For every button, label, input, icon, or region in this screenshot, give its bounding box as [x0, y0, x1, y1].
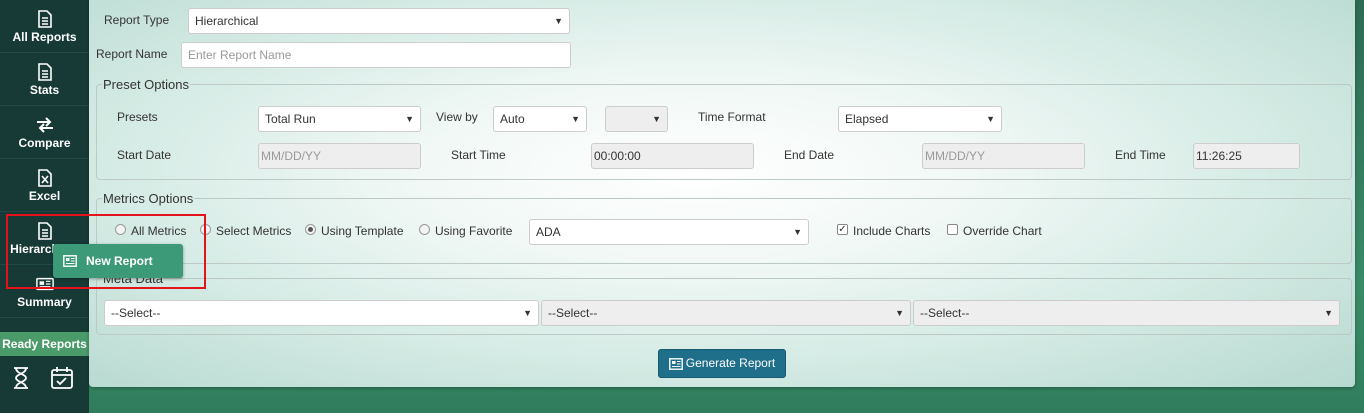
document-icon [37, 63, 52, 81]
sidebar-item-compare[interactable]: Compare [0, 106, 89, 159]
end-date-label: End Date [784, 148, 835, 162]
radio-label: Using Template [321, 224, 404, 238]
end-date-placeholder: MM/DD/YY [925, 149, 985, 163]
generate-report-label: Generate Report [685, 356, 776, 370]
start-date-input[interactable]: MM/DD/YY [258, 143, 421, 169]
time-format-label: Time Format [698, 110, 766, 124]
radio-using-template[interactable] [305, 224, 316, 235]
report-name-label: Report Name [96, 47, 168, 61]
excel-icon [37, 169, 52, 187]
report-name-input[interactable]: Enter Report Name [181, 42, 571, 68]
sidebar-item-label: Compare [18, 136, 71, 150]
ready-reports-header[interactable]: Ready Reports [0, 332, 89, 356]
chevron-down-icon: ▼ [571, 114, 580, 124]
sidebar-item-label: Excel [28, 189, 61, 203]
preset-options-legend: Preset Options [103, 77, 189, 92]
generate-report-button[interactable]: Generate Report [658, 349, 786, 378]
template-value: ADA [536, 225, 561, 239]
start-time-input[interactable]: 00:00:00 [591, 143, 754, 169]
view-by-select[interactable]: Auto ▼ [493, 106, 587, 132]
chevron-down-icon: ▼ [554, 16, 563, 26]
radio-label: Select Metrics [216, 224, 292, 238]
template-select[interactable]: ADA ▼ [529, 219, 809, 245]
chevron-down-icon: ▼ [895, 308, 904, 318]
sidebar-item-label: Summary [17, 295, 72, 309]
meta-select-value: --Select-- [548, 306, 598, 320]
view-by-value: Auto [500, 112, 525, 126]
report-type-label: Report Type [104, 13, 170, 27]
override-chart-checkbox[interactable] [947, 224, 958, 235]
sidebar-item-label: Stats [29, 83, 60, 97]
report-form-panel: Report Type Hierarchical ▼ Report Name E… [89, 0, 1355, 387]
report-name-placeholder: Enter Report Name [188, 48, 292, 62]
start-time-label: Start Time [451, 148, 506, 162]
report-type-select[interactable]: Hierarchical ▼ [188, 8, 570, 34]
include-charts-label: Include Charts [853, 224, 931, 238]
newspaper-icon [668, 357, 683, 370]
sidebar-item-excel[interactable]: Excel [0, 159, 89, 212]
chevron-down-icon: ▼ [652, 114, 661, 124]
override-chart-label: Override Chart [963, 224, 1042, 238]
document-icon [37, 10, 52, 28]
presets-select[interactable]: Total Run ▼ [258, 106, 421, 132]
end-time-value: 11:26:25 [1196, 149, 1242, 163]
chevron-down-icon: ▼ [405, 114, 414, 124]
end-time-input[interactable]: 11:26:25 [1193, 143, 1300, 169]
include-charts-checkbox[interactable]: ✓ [837, 224, 848, 235]
sidebar-item-label: All Reports [12, 30, 77, 44]
chevron-down-icon: ▼ [793, 227, 802, 237]
start-date-label: Start Date [117, 148, 172, 162]
radio-label: Using Favorite [435, 224, 513, 238]
hourglass-icon[interactable] [9, 366, 33, 390]
swap-arrows-icon [36, 117, 53, 133]
chevron-down-icon: ▼ [986, 114, 995, 124]
sidebar-item-all-reports[interactable]: All Reports [0, 0, 89, 53]
presets-label: Presets [117, 110, 158, 124]
start-date-placeholder: MM/DD/YY [261, 149, 321, 163]
meta-select-1[interactable]: --Select-- ▼ [104, 300, 539, 326]
end-time-label: End Time [1115, 148, 1166, 162]
highlight-box [6, 214, 206, 289]
time-format-select[interactable]: Elapsed ▼ [838, 106, 1002, 132]
time-format-value: Elapsed [845, 112, 889, 126]
sidebar-item-stats[interactable]: Stats [0, 53, 89, 106]
view-by-label: View by [436, 110, 478, 124]
start-time-value: 00:00:00 [594, 149, 641, 163]
chevron-down-icon: ▼ [523, 308, 532, 318]
end-date-input[interactable]: MM/DD/YY [922, 143, 1085, 169]
meta-select-3[interactable]: --Select-- ▼ [913, 300, 1340, 326]
calendar-check-icon[interactable] [50, 366, 74, 390]
chevron-down-icon: ▼ [1324, 308, 1333, 318]
report-type-value: Hierarchical [195, 14, 259, 28]
meta-select-2[interactable]: --Select-- ▼ [541, 300, 911, 326]
view-by-sub-select[interactable]: ▼ [605, 106, 668, 132]
checkmark-icon: ✓ [838, 224, 847, 235]
sidebar: All Reports Stats Compare Excel Hierarch… [0, 0, 89, 413]
presets-value: Total Run [265, 112, 316, 126]
radio-using-favorite[interactable] [419, 224, 430, 235]
metrics-options-legend: Metrics Options [103, 191, 194, 206]
meta-select-value: --Select-- [920, 306, 970, 320]
meta-select-value: --Select-- [111, 306, 161, 320]
